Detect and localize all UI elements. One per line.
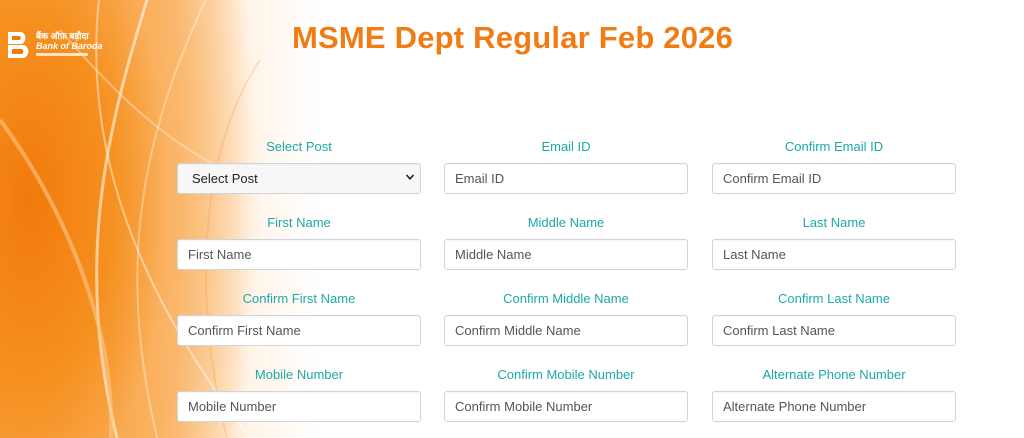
confirm-email-label: Confirm Email ID [784,139,884,154]
confirm-first-name-field[interactable] [177,315,421,346]
confirm-last-name-group: Confirm Last Name [712,291,956,346]
confirm-first-name-label: Confirm First Name [242,291,356,306]
bank-of-baroda-logo-icon [8,32,29,58]
confirm-middle-name-field[interactable] [444,315,688,346]
select-post-label: Select Post [266,139,332,154]
middle-name-field[interactable] [444,239,688,270]
middle-name-label: Middle Name [527,215,605,230]
confirm-email-field[interactable] [712,163,956,194]
logo-name: Bank of Baroda [36,41,103,51]
confirm-last-name-label: Confirm Last Name [778,291,890,306]
mobile-field[interactable] [177,391,421,422]
confirm-mobile-label: Confirm Mobile Number [497,367,635,382]
last-name-label: Last Name [802,215,866,230]
last-name-group: Last Name [712,215,956,270]
select-post-group: Select Post Select Post [177,139,421,194]
confirm-email-group: Confirm Email ID [712,139,956,194]
first-name-group: First Name [177,215,421,270]
confirm-middle-name-group: Confirm Middle Name [444,291,688,346]
select-post-dropdown[interactable]: Select Post [177,163,421,194]
confirm-mobile-field[interactable] [444,391,688,422]
logo-tagline [36,53,88,56]
middle-name-group: Middle Name [444,215,688,270]
confirm-first-name-group: Confirm First Name [177,291,421,346]
alt-phone-group: Alternate Phone Number [712,367,956,422]
alt-phone-label: Alternate Phone Number [762,367,906,382]
email-field[interactable] [444,163,688,194]
bank-logo[interactable]: बैंक ऑफ़ बड़ौदा Bank of Baroda [4,28,104,68]
last-name-field[interactable] [712,239,956,270]
alt-phone-field[interactable] [712,391,956,422]
mobile-label: Mobile Number [254,367,344,382]
email-group: Email ID [444,139,688,194]
first-name-label: First Name [267,215,331,230]
confirm-last-name-field[interactable] [712,315,956,346]
first-name-field[interactable] [177,239,421,270]
confirm-mobile-group: Confirm Mobile Number [444,367,688,422]
page-title: MSME Dept Regular Feb 2026 [292,20,734,55]
mobile-group: Mobile Number [177,367,421,422]
email-label: Email ID [541,139,591,154]
confirm-middle-name-label: Confirm Middle Name [503,291,629,306]
